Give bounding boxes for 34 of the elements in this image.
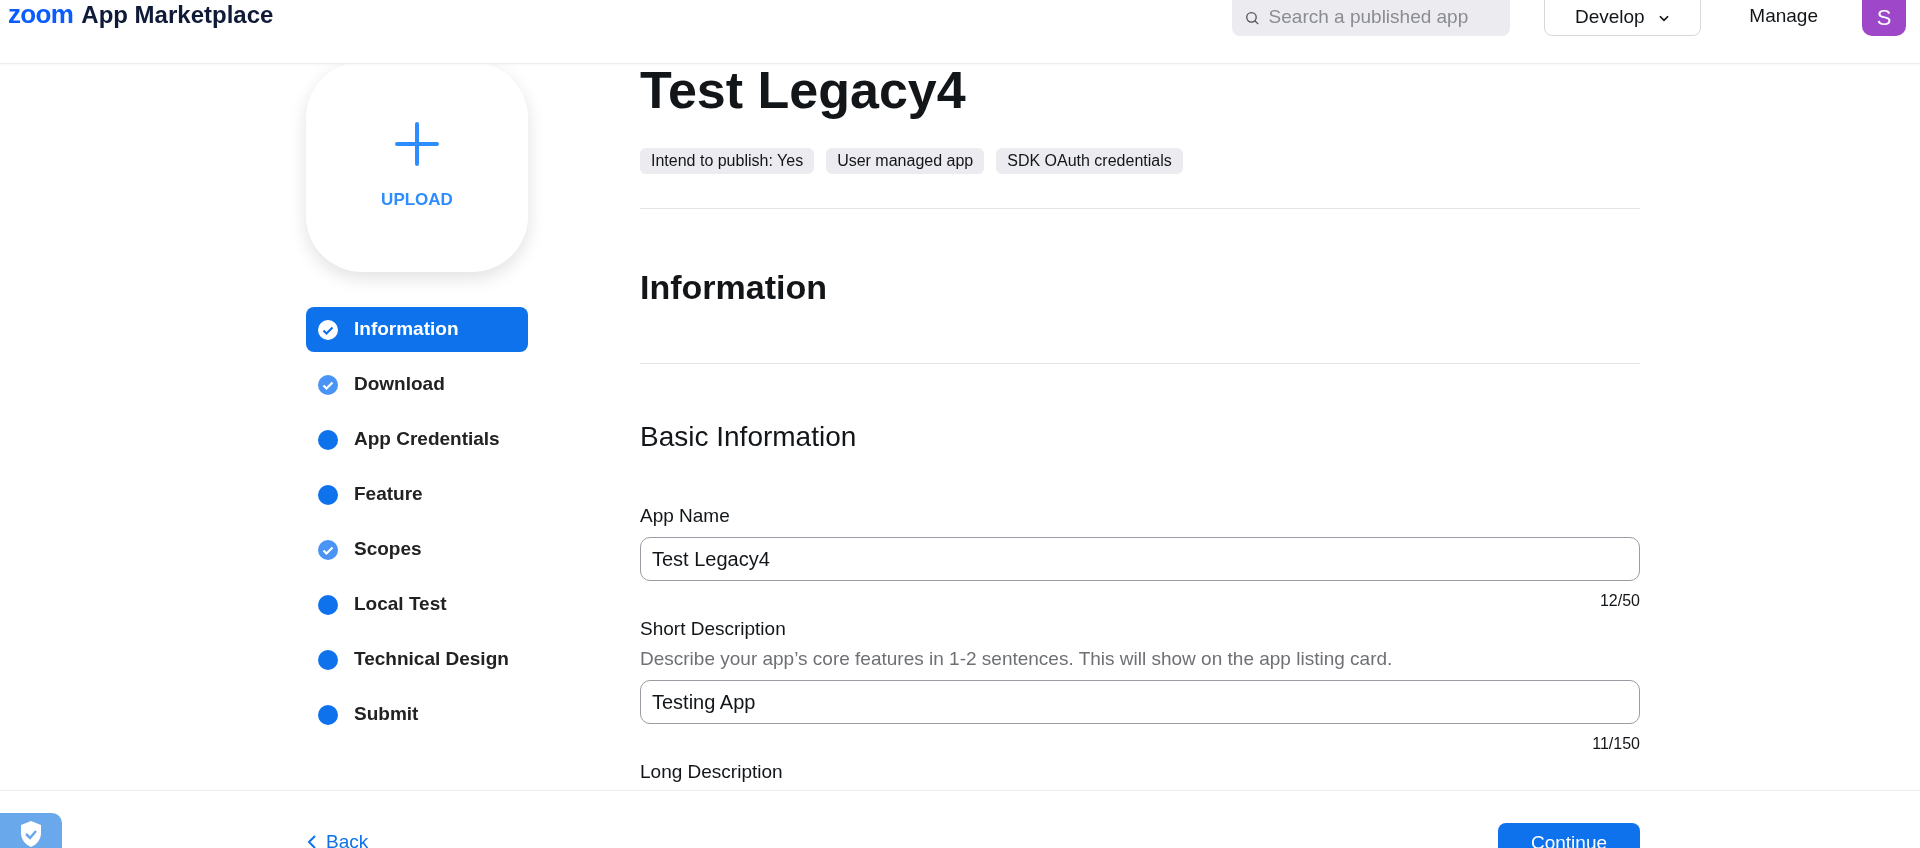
shield-check-icon: [18, 819, 44, 848]
nav-item[interactable]: Submit: [306, 692, 528, 737]
character-count: 12/50: [1599, 591, 1640, 611]
field-label: App Name: [640, 504, 731, 528]
subsection-title: Basic Information: [640, 420, 858, 454]
tag: User managed app: [826, 148, 985, 174]
field-label: Short Description: [640, 617, 787, 641]
nav-item[interactable]: Information: [306, 307, 528, 352]
chevron-left-icon: [306, 835, 318, 848]
text-field[interactable]: Test Legacy4: [640, 537, 1640, 581]
back-link[interactable]: Back: [306, 831, 369, 848]
nav-item[interactable]: Feature: [306, 472, 528, 517]
nav-item[interactable]: Technical Design: [306, 637, 528, 682]
shield-badge[interactable]: [0, 813, 62, 848]
tag: Intend to publish: Yes: [640, 148, 815, 174]
text-field[interactable]: Testing App: [640, 680, 1640, 724]
user-avatar[interactable]: S: [1862, 0, 1906, 36]
field-label: Long Description: [640, 760, 784, 784]
section-title: Information: [640, 267, 828, 307]
marketplace-title: App Marketplace: [81, 1, 274, 29]
nav-item[interactable]: App Credentials: [306, 417, 528, 462]
nav-item[interactable]: Scopes: [306, 527, 528, 572]
app-title: Test Legacy4: [640, 60, 967, 120]
nav-item[interactable]: Download: [306, 362, 528, 407]
character-count: 11/150: [1592, 734, 1640, 754]
search-field[interactable]: Search a published app: [1232, 0, 1511, 36]
field-hint: Describe your app’s core features in 1-2 sentences. This will show on the app listing card.: [640, 647, 1394, 671]
manage-link[interactable]: Manage: [1741, 0, 1826, 32]
tag: SDK OAuth credentials: [996, 148, 1183, 174]
upload-label: UPLOAD: [381, 189, 453, 212]
nav-item[interactable]: Local Test: [306, 582, 528, 627]
zoom-logo[interactable]: zoom: [8, 0, 74, 28]
plus-icon: [394, 121, 440, 168]
develop-dropdown[interactable]: Develop: [1544, 0, 1702, 36]
